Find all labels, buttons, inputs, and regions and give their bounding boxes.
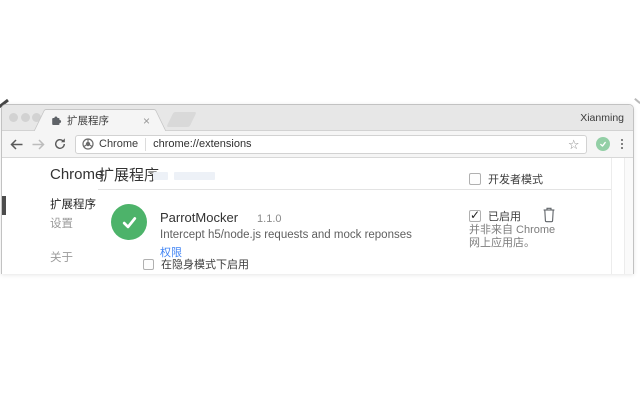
new-tab-button[interactable] <box>166 112 197 127</box>
scrollbar[interactable] <box>624 158 633 274</box>
sidebar-selected-indicator <box>2 196 6 215</box>
enabled-label: 已启用 <box>488 211 521 223</box>
sidebar-item-extensions[interactable]: 扩展程序 <box>2 196 98 215</box>
faded-placeholder <box>153 172 168 180</box>
extension-icon <box>111 204 147 240</box>
profile-name: Xianming <box>580 112 624 124</box>
main-content: 扩展程序 开发者模式 ParrotMocker 1.1.0 Intercept … <box>98 158 612 274</box>
close-window-button[interactable] <box>9 113 18 122</box>
source-note: 并非来自 Chrome 网上应用店。 <box>469 224 556 249</box>
enabled-toggle[interactable]: ✓ 已启用 <box>469 208 521 224</box>
extension-description: Intercept h5/node.js requests and mock r… <box>160 229 412 241</box>
incognito-label: 在隐身模式下启用 <box>161 259 249 271</box>
site-badge: Chrome <box>99 138 139 150</box>
extension-toolbar-icon[interactable] <box>595 137 610 151</box>
browser-toolbar: Chrome chrome://extensions ☆ <box>2 131 633 158</box>
checkmark-icon: ✓ <box>470 208 481 222</box>
browser-window: 扩展程序 × Xianming Chrome chrome://extensio… <box>1 104 634 274</box>
window-controls <box>9 113 41 122</box>
extensions-page: Chrome 扩展程序 设置 关于 扩展程序 开发者模式 ParrotMocke… <box>2 158 633 274</box>
url-text[interactable]: chrome://extensions <box>153 138 568 150</box>
enabled-checkbox[interactable]: ✓ <box>469 208 481 222</box>
developer-mode-toggle[interactable]: 开发者模式 <box>469 171 543 187</box>
header-divider <box>98 189 611 190</box>
chrome-logo-icon <box>82 138 94 150</box>
omnibox-separator <box>145 137 147 151</box>
minimize-window-button[interactable] <box>20 113 30 122</box>
incognito-toggle[interactable]: 在隐身模式下启用 <box>143 256 249 272</box>
trash-icon[interactable] <box>542 207 557 223</box>
background-window-artifact <box>634 97 640 105</box>
back-icon[interactable] <box>10 138 23 150</box>
tab-extensions[interactable]: 扩展程序 × <box>46 109 154 131</box>
developer-mode-checkbox[interactable] <box>469 173 481 185</box>
sidebar-item-settings[interactable]: 设置 <box>2 215 98 234</box>
address-bar[interactable]: Chrome chrome://extensions ☆ <box>75 134 587 154</box>
sidebar-item-about[interactable]: 关于 <box>2 249 98 268</box>
reload-icon[interactable] <box>54 138 66 150</box>
puzzle-icon <box>51 115 62 126</box>
developer-mode-label: 开发者模式 <box>488 174 543 186</box>
faded-placeholder <box>174 172 215 180</box>
sidebar: Chrome 扩展程序 设置 关于 <box>2 158 104 274</box>
tab-close-icon[interactable]: × <box>143 115 150 127</box>
forward-icon[interactable] <box>32 138 45 150</box>
tab-strip: 扩展程序 × Xianming <box>2 105 633 131</box>
sidebar-brand: Chrome <box>50 166 104 183</box>
extension-version: 1.1.0 <box>257 213 282 225</box>
browser-menu-icon[interactable] <box>619 138 626 150</box>
bookmark-star-icon[interactable]: ☆ <box>568 138 580 151</box>
page-title: 扩展程序 <box>99 167 160 184</box>
incognito-checkbox[interactable] <box>143 258 154 270</box>
extension-name: ParrotMocker <box>160 210 239 225</box>
tab-title: 扩展程序 <box>67 115 109 127</box>
